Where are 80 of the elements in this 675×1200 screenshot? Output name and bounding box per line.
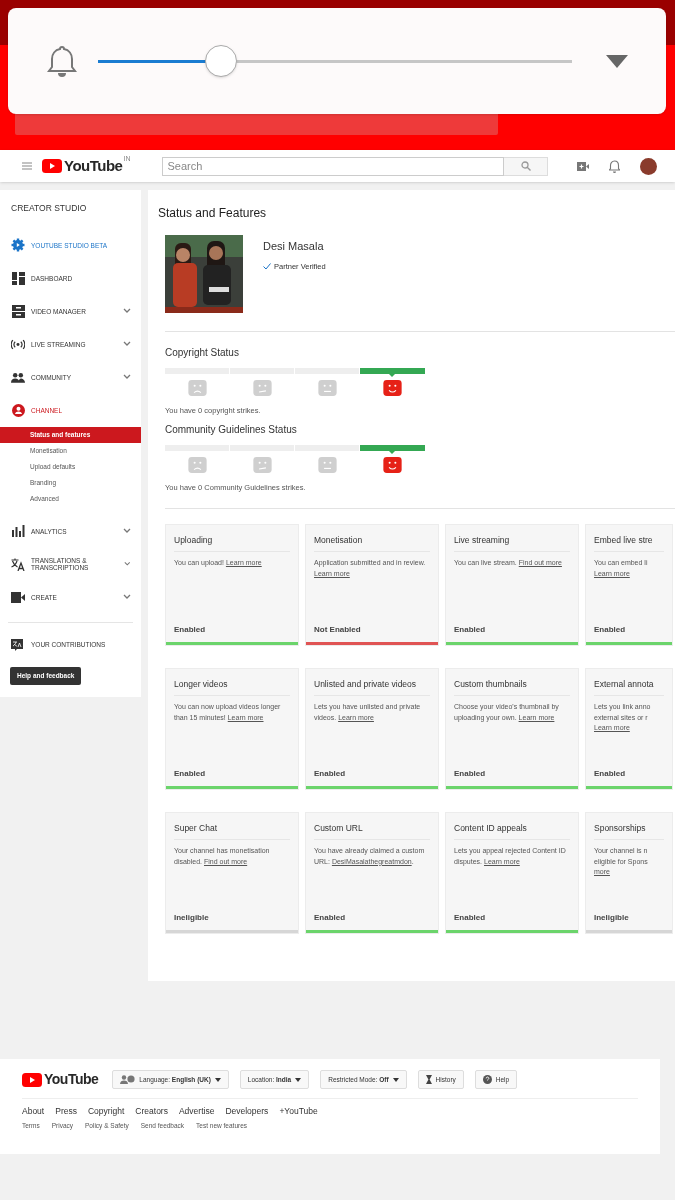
feature-title: Custom thumbnails <box>454 677 570 697</box>
people-icon <box>120 1075 136 1084</box>
chevron-icon <box>123 374 131 381</box>
volume-slider[interactable] <box>98 44 572 78</box>
search-field[interactable]: Search <box>162 156 505 176</box>
feature-title: Monetisation <box>314 533 430 553</box>
caret-icon[interactable] <box>606 54 628 68</box>
feature-status: Enabled <box>454 623 487 636</box>
footer-link[interactable]: About <box>22 1105 45 1118</box>
broadcast-icon <box>11 338 25 350</box>
play-logo-icon <box>22 1072 42 1087</box>
bell-icon <box>46 44 78 78</box>
feature-status: Enabled <box>454 767 487 780</box>
status-heading: Community Guidelines Status <box>165 423 298 438</box>
feature-status: Enabled <box>594 623 627 636</box>
logo-text: YouTube <box>64 155 123 176</box>
film-icon <box>11 304 25 318</box>
video-camera-icon[interactable] <box>577 161 589 171</box>
footer-link[interactable]: Advertise <box>178 1105 215 1118</box>
video-camera-icon <box>11 591 25 603</box>
dashboard-icon <box>11 271 25 285</box>
footer-link[interactable]: Developers <box>225 1105 269 1118</box>
hourglass-icon <box>425 1075 432 1084</box>
footer-link[interactable]: Copyright <box>87 1105 125 1118</box>
feature-title: Live streaming <box>454 533 570 553</box>
sad-face-icon <box>252 380 273 396</box>
bar-chart-icon <box>11 525 25 538</box>
bell-icon[interactable] <box>609 159 620 173</box>
sad-face-icon <box>187 457 208 474</box>
footer-link[interactable]: Press <box>55 1105 77 1118</box>
sad-face-icon <box>317 380 338 396</box>
caret-icon <box>392 1077 399 1082</box>
chevron-icon <box>124 561 131 568</box>
feature-status: Enabled <box>314 911 347 924</box>
feature-title: Unlisted and private videos <box>314 677 430 697</box>
feature-title: Custom URL <box>314 821 430 841</box>
feature-status: Enabled <box>174 767 207 780</box>
help-icon <box>482 1075 492 1084</box>
chevron-icon <box>123 528 131 535</box>
feature-title: Embed live stre <box>594 533 664 553</box>
caret-icon <box>214 1077 221 1082</box>
status-heading: Copyright Status <box>165 346 240 360</box>
caret-icon <box>295 1077 302 1082</box>
footer-link[interactable]: +YouTube <box>279 1105 318 1118</box>
happy-face-icon <box>382 380 403 396</box>
translate-icon <box>11 638 23 651</box>
sidebar-title: CREATOR STUDIO <box>10 202 88 215</box>
feature-title: Super Chat <box>174 821 290 841</box>
logo-text: YouTube <box>44 1070 99 1089</box>
footer-link[interactable]: Creators <box>135 1105 168 1118</box>
translate-icon <box>11 557 25 571</box>
sad-face-icon <box>317 457 338 474</box>
channel-name: Desi Masala <box>263 239 325 254</box>
feature-title: Sponsorships <box>594 821 664 841</box>
feature-title: Uploading <box>174 533 290 553</box>
chevron-icon <box>123 308 131 315</box>
chevron-icon <box>123 341 131 348</box>
avatar[interactable] <box>640 157 657 175</box>
feature-title: Longer videos <box>174 677 290 697</box>
search-icon <box>520 161 531 171</box>
happy-face-icon <box>382 457 403 474</box>
feature-status: Not Enabled <box>314 623 362 636</box>
account-icon <box>11 403 25 417</box>
slider-thumb[interactable] <box>205 45 238 77</box>
check-icon <box>263 262 271 270</box>
gear-icon <box>11 238 25 253</box>
people-icon <box>11 371 25 383</box>
feature-title: External annota <box>594 677 664 697</box>
feature-status: Ineligible <box>594 911 630 924</box>
sad-face-icon <box>252 457 273 474</box>
feature-title: Content ID appeals <box>454 821 570 841</box>
feature-status: Enabled <box>594 767 627 780</box>
feature-status: Enabled <box>314 767 347 780</box>
feature-status: Enabled <box>454 911 487 924</box>
feature-status: Ineligible <box>174 911 210 924</box>
play-logo-icon <box>42 159 62 173</box>
feature-status: Enabled <box>174 623 207 636</box>
chevron-icon <box>123 594 131 601</box>
sad-face-icon <box>187 380 208 396</box>
page-title: Status and Features <box>158 205 268 222</box>
